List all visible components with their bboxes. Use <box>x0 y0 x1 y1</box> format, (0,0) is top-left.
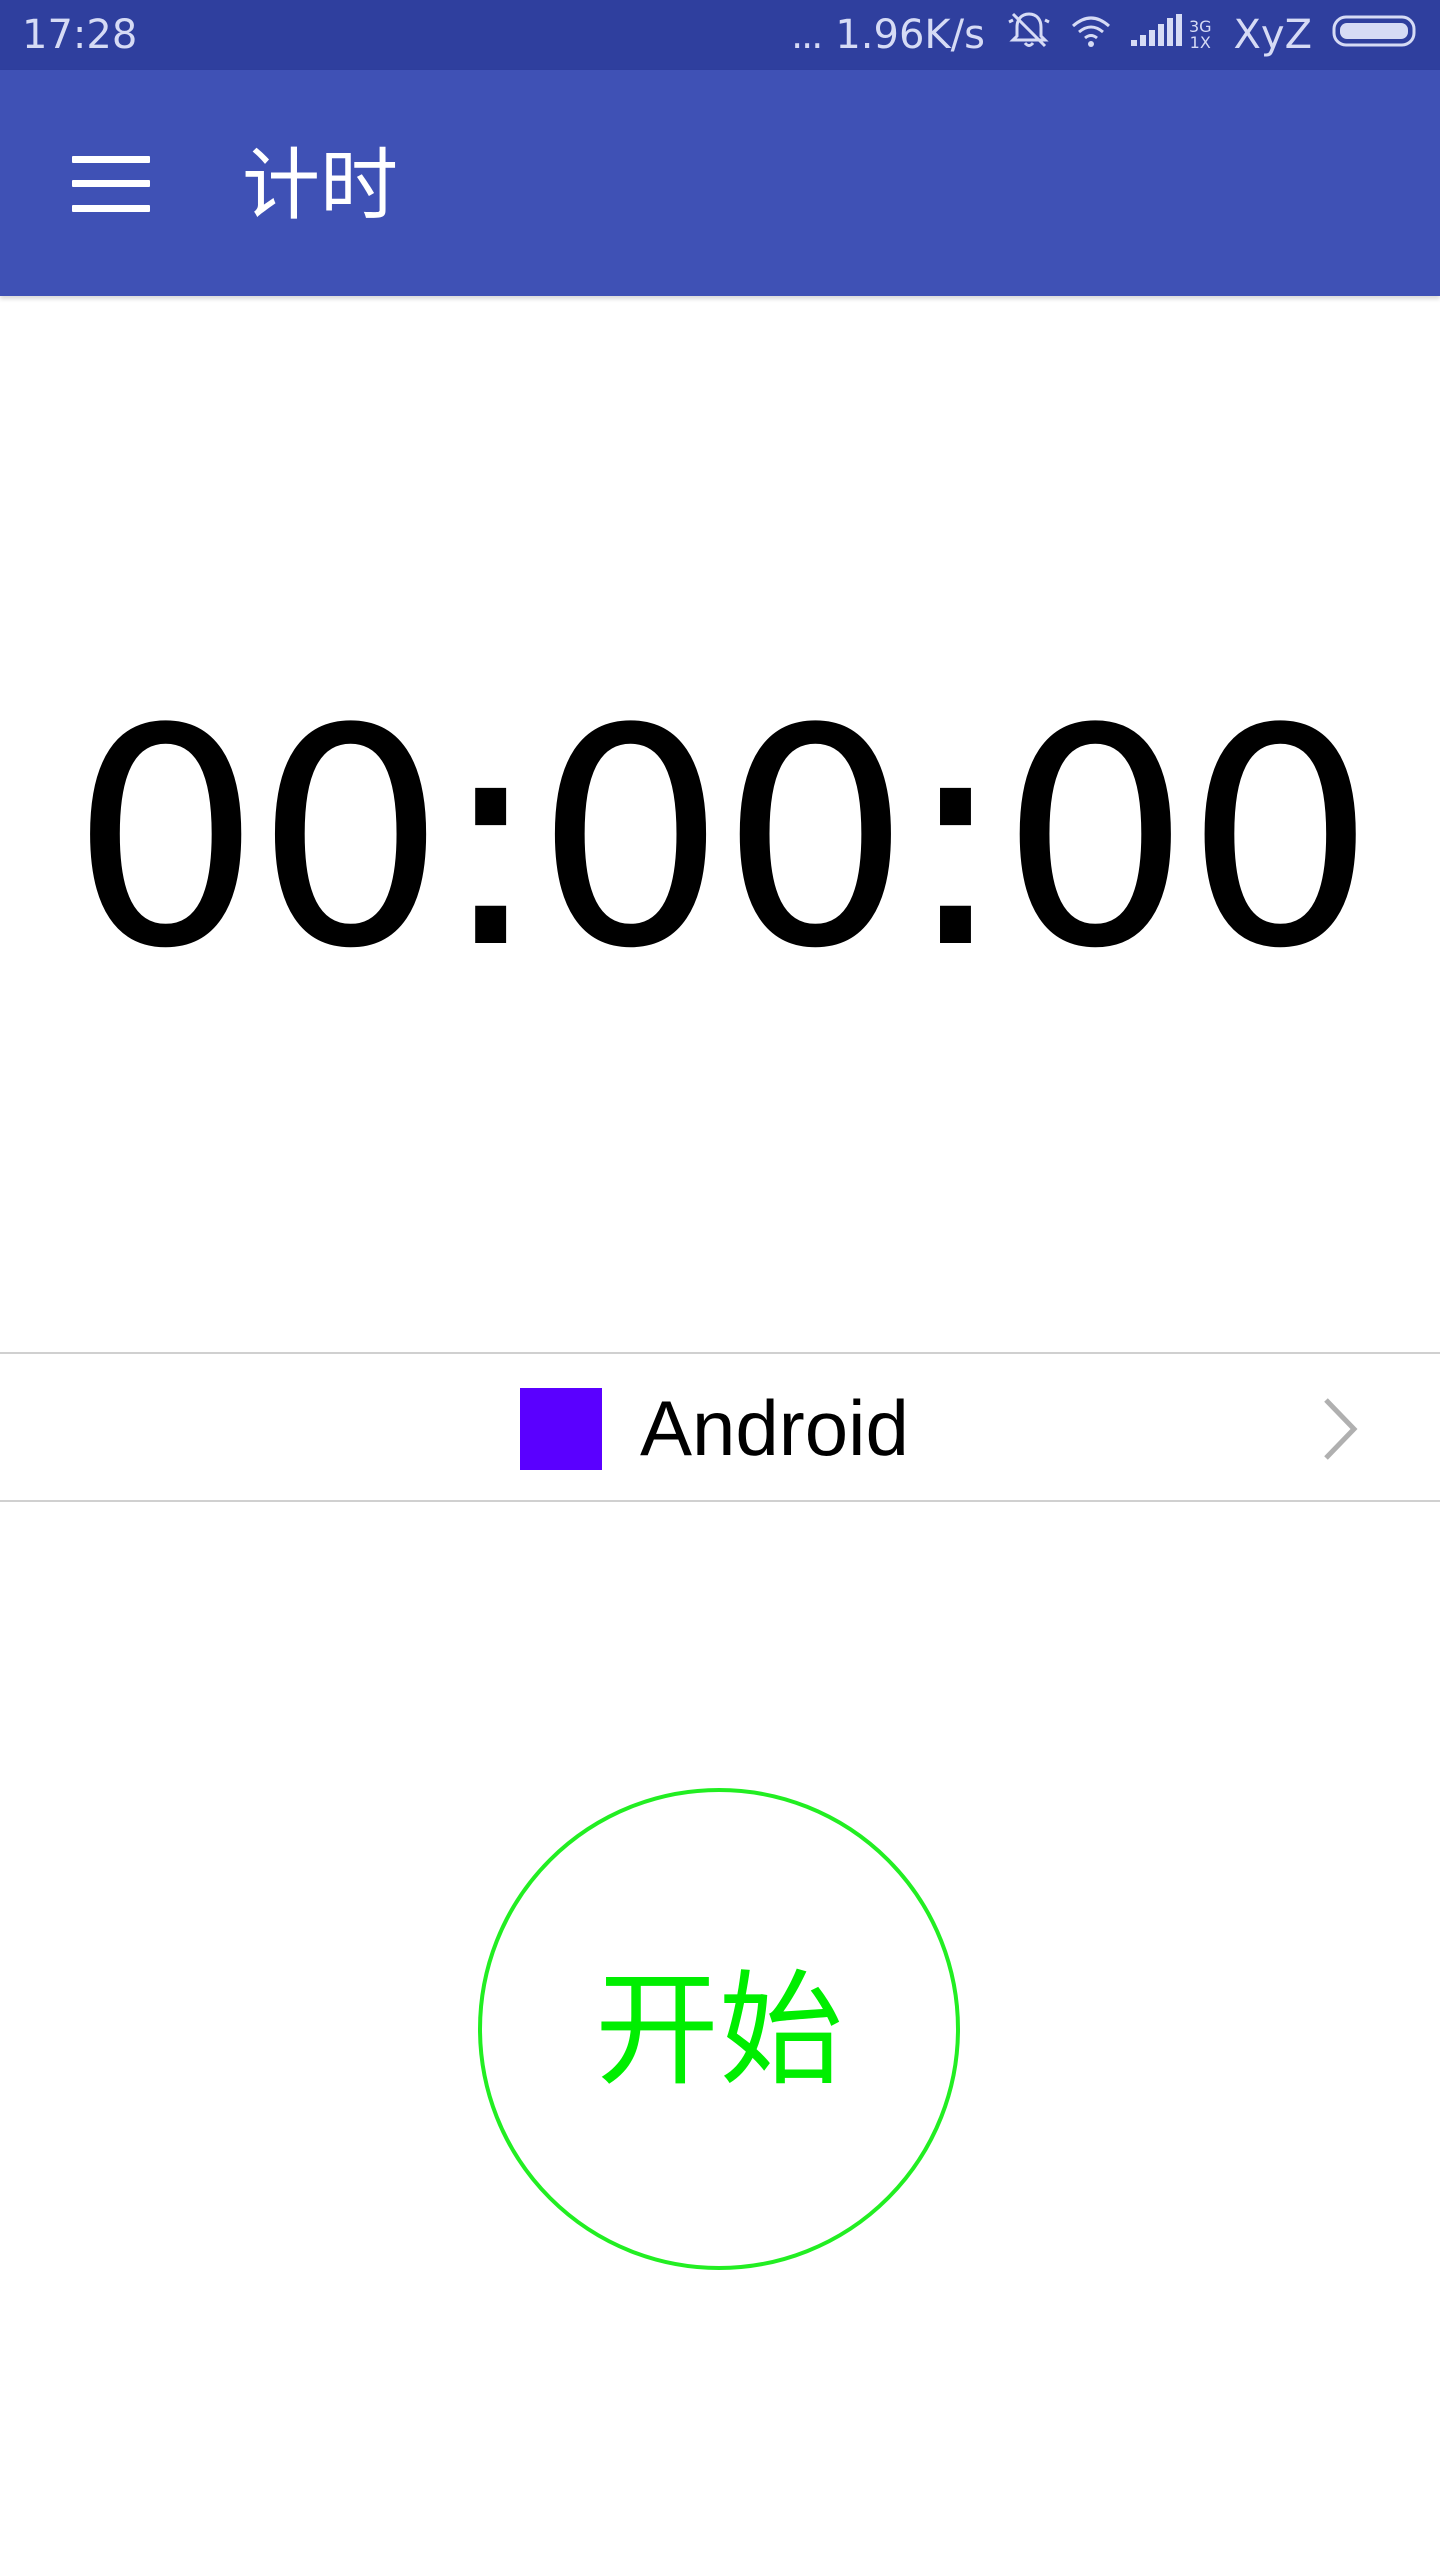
category-label: Android <box>640 1384 909 1472</box>
page-title: 计时 <box>242 141 399 231</box>
category-color-swatch <box>520 1388 602 1470</box>
timer-display: 00:00:00 <box>70 665 1375 1014</box>
wifi-icon <box>1071 12 1111 58</box>
network-type-label: 3G 1X <box>1189 19 1212 51</box>
signal-icon <box>1130 12 1183 58</box>
status-right-group: ... 1.96K/s 3G 1X XyZ <box>791 12 1420 58</box>
status-more-dots: ... <box>791 13 823 57</box>
chevron-right-icon <box>1324 1398 1358 1460</box>
status-net-speed: 1.96K/s <box>835 12 985 58</box>
hamburger-menu-icon[interactable] <box>72 156 150 212</box>
carrier-name: XyZ <box>1233 12 1312 58</box>
category-selector[interactable]: Android <box>0 1352 1440 1502</box>
network-type-bottom: 1X <box>1189 33 1211 52</box>
status-bar: 17:28 ... 1.96K/s 3G 1X XyZ <box>0 0 1440 70</box>
start-button-label: 开始 <box>594 1959 843 2103</box>
app-bar: 计时 <box>0 70 1440 296</box>
battery-icon <box>1332 12 1420 58</box>
mute-bell-icon <box>1007 10 1051 60</box>
status-time: 17:28 <box>22 12 138 58</box>
start-button[interactable]: 开始 <box>478 1788 960 2270</box>
